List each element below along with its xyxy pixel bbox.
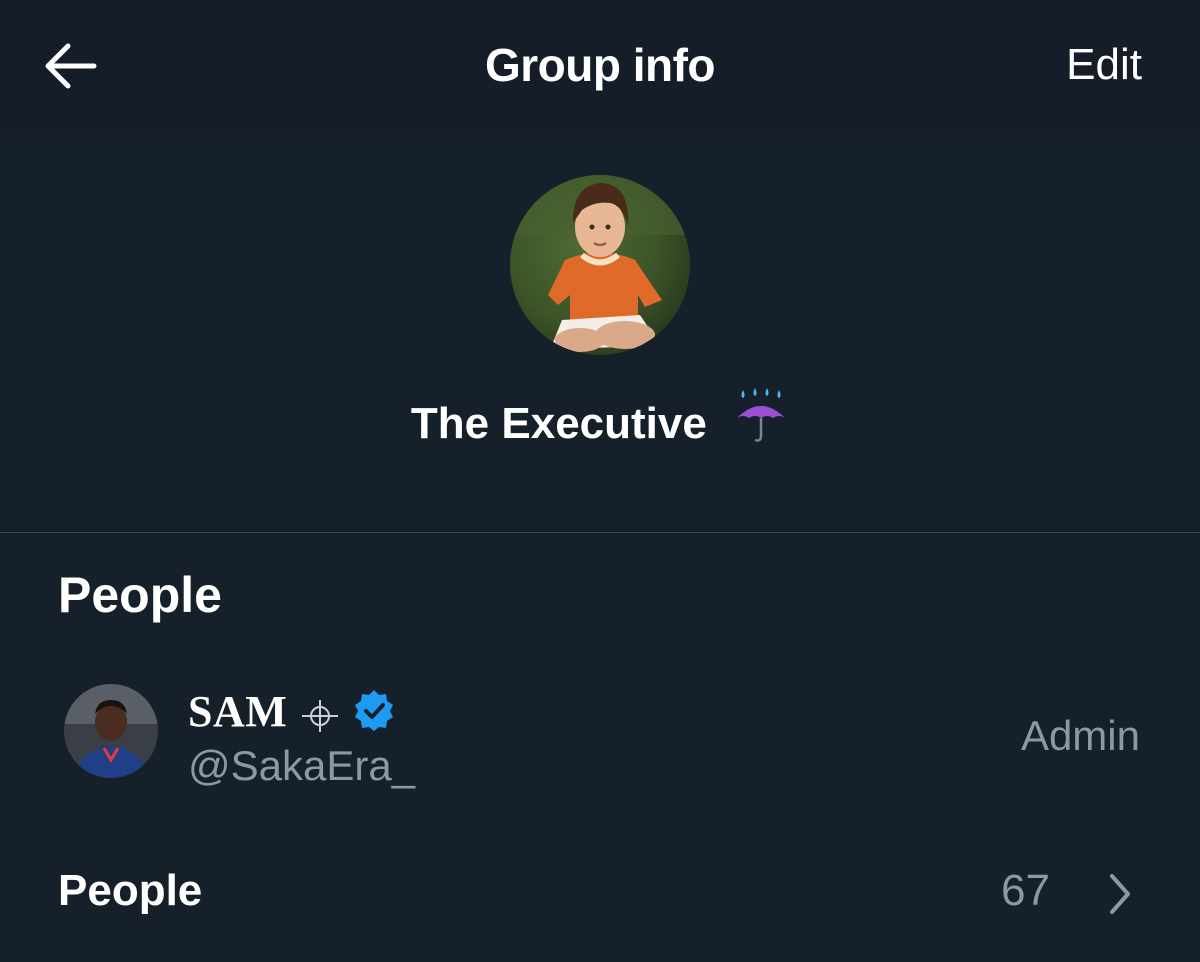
member-display-name: SAM [188,687,288,736]
page-title: Group info [484,39,716,91]
group-name-row: The Executive [0,388,1200,455]
all-people-row[interactable]: People 67 [0,840,1200,950]
group-name: The Executive [410,399,707,449]
people-section-title: People [58,567,222,623]
avatar [64,684,158,778]
member-role-label: Admin [1020,712,1140,759]
top-bar: Group info Edit [0,0,1200,130]
all-people-label: People [58,866,203,915]
verified-badge-icon [352,688,396,737]
member-avatar-photo [64,684,158,778]
chevron-right-icon [1106,872,1134,921]
edit-button[interactable]: Edit [1066,40,1142,90]
member-handle: @SakaEra_ [188,742,416,789]
people-count: 67 [1001,866,1050,915]
group-avatar-photo [510,175,690,355]
umbrella-with-rain-icon [733,388,789,455]
member-row[interactable]: SAM @SakaEra_ Admin [0,670,1200,800]
crosshair-icon [300,696,340,741]
group-avatar[interactable] [510,175,690,355]
section-divider [0,532,1200,533]
